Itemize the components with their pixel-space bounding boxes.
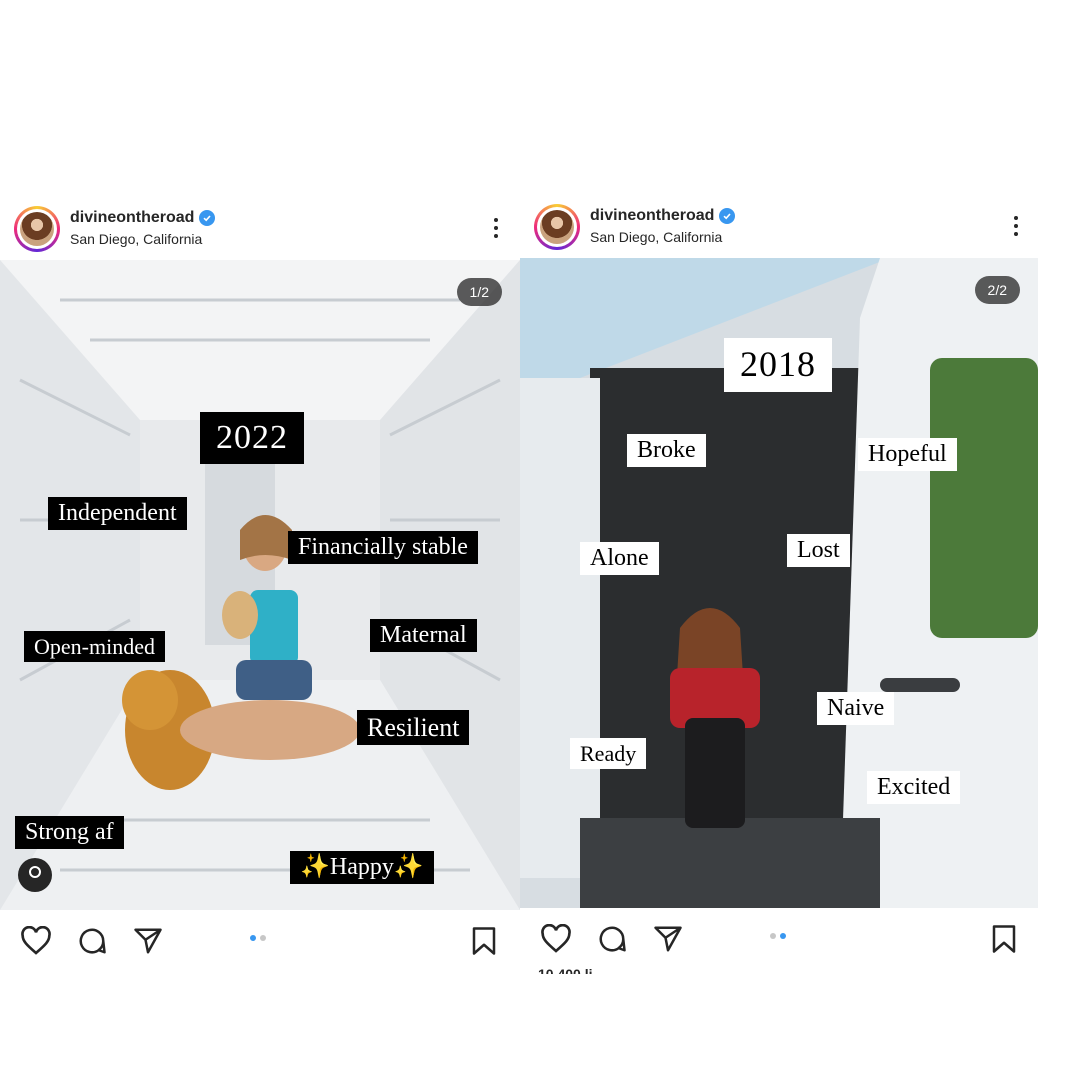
overlay-tag: Financially stable [288,531,478,565]
share-icon[interactable] [653,925,683,953]
page-counter: 1/2 [456,278,502,306]
overlay-tag: Hopeful [858,438,957,472]
location[interactable]: San Diego, California [70,231,202,247]
post-photo[interactable]: 1/2 2022 Independent Financially stable … [0,260,520,910]
post-photo[interactable]: 2/2 2018 Broke Hopeful Alone Lost Naive … [520,258,1038,908]
user-tag-icon[interactable] [18,858,52,892]
post-header: divineontheroad San Diego, California [0,200,520,260]
location[interactable]: San Diego, California [590,229,722,245]
avatar[interactable] [14,206,60,252]
overlay-tag: Excited [867,771,961,805]
page-counter: 2/2 [974,276,1020,304]
comment-icon[interactable] [77,926,107,956]
overlay-tag: Strong af [15,816,124,850]
share-icon[interactable] [133,927,163,955]
more-icon[interactable] [1014,216,1018,240]
van-interior-illustration [0,260,520,910]
verified-icon [719,208,736,224]
heart-icon[interactable] [540,924,572,954]
verified-icon [199,210,216,226]
heart-icon[interactable] [20,926,52,956]
year-label: 2018 [724,338,832,392]
overlay-tag: Broke [627,434,706,468]
overlay-tag: Naive [817,692,895,726]
action-bar [0,910,520,972]
post-header: divineontheroad San Diego, California [520,198,1040,258]
action-bar: 10,400 li... [520,908,1040,974]
overlay-tag: ✨Happy✨ [290,851,434,885]
post-2018: divineontheroad San Diego, California 2/… [520,198,1040,974]
carousel-dots [250,935,266,941]
overlay-tag: Lost [787,534,850,568]
post-2022: divineontheroad San Diego, California 1/… [0,200,520,972]
overlay-tag: Independent [48,497,187,531]
overlay-tag: Maternal [370,619,477,653]
likes-count-cutoff: 10,400 li... [538,968,604,974]
comment-icon[interactable] [597,924,627,954]
year-label: 2022 [200,412,304,464]
bookmark-icon[interactable] [991,924,1017,954]
username[interactable]: divineontheroad [590,207,714,225]
username[interactable]: divineontheroad [70,209,194,227]
overlay-tag: Ready [570,738,647,770]
avatar[interactable] [534,204,580,250]
carousel-dots [770,933,786,939]
more-icon[interactable] [494,218,498,242]
overlay-tag: Open-minded [24,631,165,663]
bookmark-icon[interactable] [471,926,497,956]
overlay-tag: Alone [580,542,659,576]
overlay-tag: Resilient [357,710,470,746]
